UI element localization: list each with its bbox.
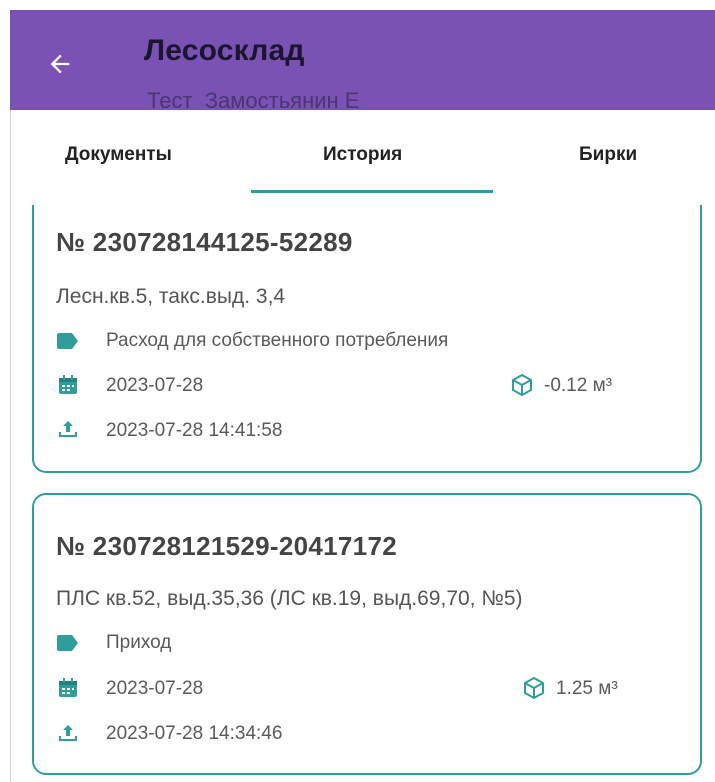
- operation-type: Расход для собственного потребления: [106, 330, 449, 351]
- tab-history[interactable]: История: [323, 144, 402, 166]
- document-place: ПЛС кв.52, выд.35,36 (ЛС кв.19, выд.69,7…: [56, 587, 523, 610]
- cube-icon: [524, 677, 544, 699]
- document-date: 2023-07-28: [106, 678, 204, 699]
- left-border: [10, 110, 11, 782]
- tab-bar: Документы История Бирки: [11, 110, 715, 196]
- document-card[interactable]: № 230728121529-20417172 ПЛС кв.52, выд.3…: [32, 493, 702, 775]
- upload-time: 2023-07-28 14:41:58: [106, 420, 283, 441]
- app-bar: Лесосклад Тест Замостьянин Е: [10, 10, 715, 113]
- active-tab-indicator: [251, 190, 493, 193]
- document-place: Лесн.кв.5, такс.выд. 3,4: [56, 285, 286, 308]
- document-number: № 230728144125-52289: [56, 227, 353, 257]
- back-button[interactable]: [40, 44, 80, 84]
- calendar-icon: [56, 676, 80, 700]
- document-card[interactable]: № 230728144125-52289 Лесн.кв.5, такс.выд…: [32, 205, 702, 473]
- document-date: 2023-07-28: [106, 375, 204, 396]
- page-title: Лесосклад: [144, 34, 305, 67]
- arrow-left-icon: [50, 54, 70, 74]
- label-tag-icon: [56, 329, 80, 353]
- tab-documents[interactable]: Документы: [65, 144, 172, 166]
- upload-icon: [56, 417, 80, 441]
- upload-time: 2023-07-28 14:34:46: [106, 723, 283, 744]
- operation-type: Приход: [106, 632, 172, 653]
- tab-tags[interactable]: Бирки: [579, 144, 637, 166]
- label-tag-icon: [56, 631, 80, 655]
- calendar-icon: [56, 373, 80, 397]
- document-volume: 1.25 м³: [556, 678, 618, 699]
- document-number: № 230728121529-20417172: [56, 531, 397, 561]
- upload-icon: [56, 721, 80, 745]
- cube-icon: [512, 374, 532, 396]
- document-volume: -0.12 м³: [544, 375, 612, 396]
